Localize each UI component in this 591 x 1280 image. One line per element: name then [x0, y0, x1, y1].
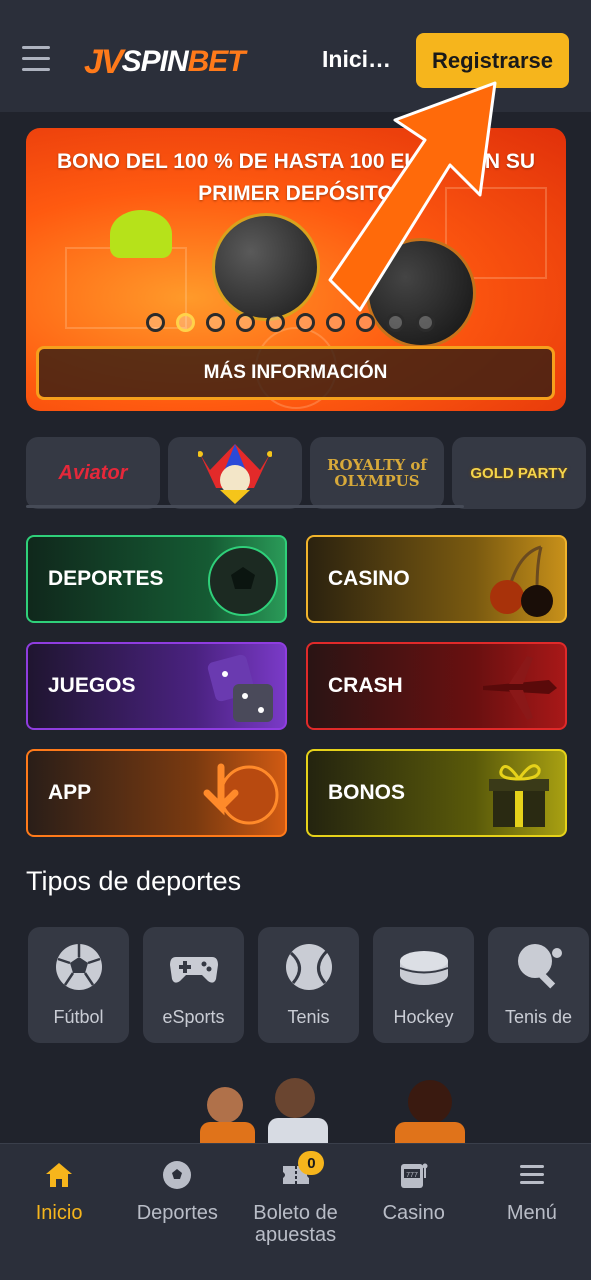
carousel-dot[interactable] — [386, 313, 405, 332]
tennis-ball-art — [110, 210, 172, 258]
tennis-ball-icon — [285, 944, 332, 990]
sport-label: Fútbol — [53, 1007, 104, 1027]
category-bonos[interactable]: BONOS — [306, 749, 567, 837]
joker-icon — [198, 444, 272, 504]
carousel-dots[interactable] — [146, 313, 435, 332]
carousel-dot[interactable] — [176, 313, 195, 332]
hockey-puck-icon — [399, 951, 448, 985]
menu-icon — [519, 1165, 544, 1184]
sport-tenis-de-mesa[interactable]: Tenis de — [488, 927, 589, 1043]
category-juegos[interactable]: JUEGOS — [26, 642, 287, 730]
table-tennis-icon — [517, 944, 562, 989]
carousel-dot[interactable] — [356, 313, 375, 332]
game-carousel-scrollbar[interactable] — [26, 505, 464, 508]
category-casino[interactable]: CASINO — [306, 535, 567, 623]
sport-label: Hockey — [393, 1007, 454, 1027]
bet-count-badge: 0 — [298, 1151, 325, 1175]
sports-carousel[interactable]: Fútbol eSports Tenis Hockey Tenis de — [28, 927, 591, 1043]
bottom-navigation: Inicio Deportes 0 Boleto de apuestas 777… — [0, 1143, 591, 1280]
soccer-ball-art — [212, 213, 320, 321]
game-gold-party[interactable]: GOLD PARTY — [452, 437, 586, 509]
carousel-dot[interactable] — [416, 313, 435, 332]
nav-inicio[interactable]: Inicio — [0, 1144, 118, 1280]
nav-deportes[interactable]: Deportes — [118, 1144, 236, 1280]
logo-mark: JV — [84, 42, 124, 81]
login-link[interactable]: Inici… — [322, 46, 391, 73]
sport-futbol[interactable]: Fútbol — [28, 927, 129, 1043]
game-royalty-of-olympus[interactable]: ROYALTY of OLYMPUS — [310, 437, 444, 509]
category-label: CRASH — [328, 674, 403, 697]
category-label: CASINO — [328, 567, 410, 590]
more-info-button[interactable]: MÁS INFORMACIÓN — [36, 346, 555, 400]
carousel-dot[interactable] — [236, 313, 255, 332]
category-label: BONOS — [328, 781, 406, 804]
carousel-dot[interactable] — [326, 313, 345, 332]
sports-section-title: Tipos de deportes — [26, 866, 242, 896]
slot-machine-icon: 777 — [400, 1163, 428, 1188]
carousel-dot[interactable] — [146, 313, 165, 332]
soccer-ball-icon — [163, 1161, 192, 1189]
nav-label: Inicio — [35, 1202, 83, 1224]
svg-text:777: 777 — [406, 1172, 418, 1179]
download-app-icon — [203, 763, 279, 825]
sport-hockey[interactable]: Hockey — [373, 927, 474, 1043]
register-button[interactable]: Registrarse — [416, 33, 569, 88]
category-label: JUEGOS — [48, 674, 136, 697]
category-app[interactable]: APP — [26, 749, 287, 837]
hamburger-menu-icon[interactable] — [22, 46, 50, 74]
nav-label: Menú — [506, 1202, 557, 1224]
game-title: ROYALTY of OLYMPUS — [327, 456, 427, 490]
category-label: APP — [48, 781, 92, 804]
nav-label: Boleto de apuestas — [253, 1202, 338, 1246]
category-deportes[interactable]: DEPORTES — [26, 535, 287, 623]
carousel-dot[interactable] — [266, 313, 285, 332]
sport-esports[interactable]: eSports — [143, 927, 244, 1043]
carousel-dot[interactable] — [206, 313, 225, 332]
spinbet-logo[interactable]: JV SPINBET — [84, 36, 246, 88]
nav-casino[interactable]: 777 Casino — [355, 1144, 473, 1280]
airplane-icon — [483, 656, 557, 720]
logo-text: SPINBET — [121, 45, 246, 78]
sport-label: Tenis — [287, 1007, 330, 1027]
nav-label: Deportes — [136, 1202, 218, 1224]
dice-icon — [207, 654, 273, 722]
home-icon — [46, 1163, 73, 1187]
top-header: JV SPINBET Inici… Registrarse — [0, 0, 591, 112]
gamepad-icon — [169, 957, 218, 983]
promo-banner[interactable]: BONO DEL 100 % DE HASTA 100 EUROS EN SU … — [26, 128, 566, 411]
game-title: GOLD PARTY — [470, 464, 568, 482]
sport-label: Tenis de — [504, 1007, 573, 1027]
nav-label: Casino — [382, 1202, 445, 1224]
category-crash[interactable]: CRASH — [306, 642, 567, 730]
game-carousel[interactable]: Aviator ROYALTY of OLYMPUS GOLD PARTY — [26, 437, 591, 509]
banner-title: BONO DEL 100 % DE HASTA 100 EUROS EN SU … — [56, 150, 536, 205]
game-joker[interactable] — [168, 437, 302, 509]
soccer-ball-icon — [208, 546, 278, 616]
cherries-icon — [490, 545, 553, 617]
sport-label: eSports — [162, 1007, 225, 1027]
game-title: Aviator — [58, 461, 128, 484]
nav-boleto[interactable]: 0 Boleto de apuestas — [236, 1144, 354, 1280]
carousel-dot[interactable] — [296, 313, 315, 332]
gift-icon — [489, 764, 549, 827]
nav-menu[interactable]: Menú — [473, 1144, 591, 1280]
soccer-ball-icon — [55, 944, 102, 990]
sport-tenis[interactable]: Tenis — [258, 927, 359, 1043]
game-aviator[interactable]: Aviator — [26, 437, 160, 509]
category-label: DEPORTES — [48, 567, 164, 590]
athletes-promo-image[interactable] — [110, 1070, 490, 1145]
